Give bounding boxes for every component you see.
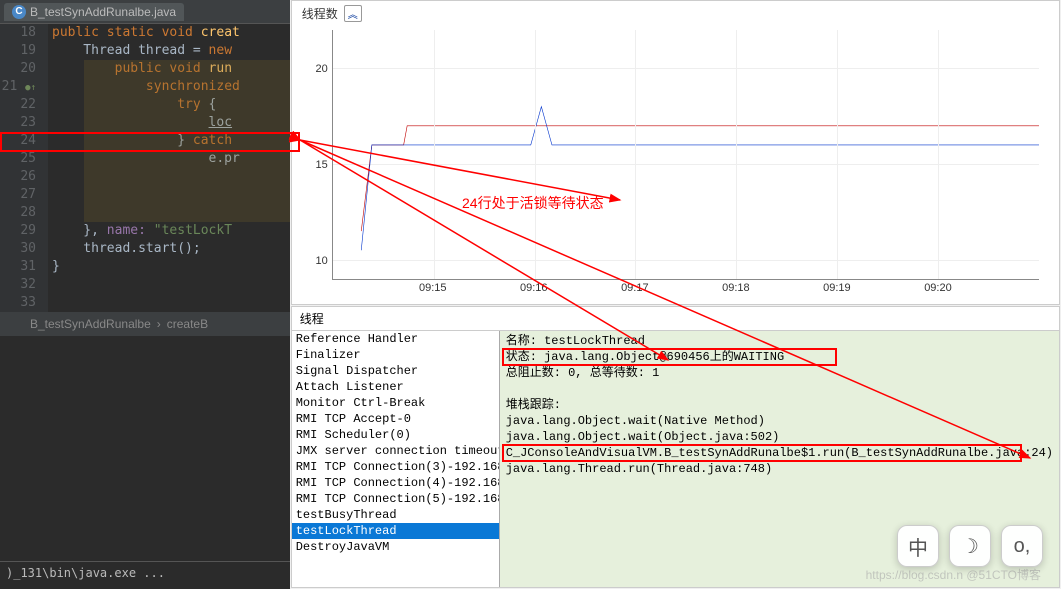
- thread-state-line: 状态: java.lang.Object@690456上的WAITING: [506, 349, 1053, 365]
- ime-icon[interactable]: 中: [897, 525, 939, 567]
- breadcrumb-class: B_testSynAddRunalbe: [30, 317, 151, 331]
- gutter: 18 19 20 21 ●↑ 22 23 24 25 26 27 28 29 3…: [0, 24, 48, 312]
- thread-list-item[interactable]: RMI TCP Connection(4)-192.168.30.: [292, 475, 499, 491]
- thread-list-item[interactable]: RMI TCP Connection(3)-192.168.30.: [292, 459, 499, 475]
- editor-tab[interactable]: C B_testSynAddRunalbe.java: [4, 3, 184, 21]
- thread-list-item[interactable]: Attach Listener: [292, 379, 499, 395]
- thread-list[interactable]: Reference HandlerFinalizerSignal Dispatc…: [292, 331, 500, 587]
- stack-line: C_JConsoleAndVisualVM.B_testSynAddRunalb…: [506, 445, 1053, 461]
- watermark: https://blog.csdn.n @51CTO博客: [866, 566, 1041, 583]
- moon-icon[interactable]: ☽: [949, 525, 991, 567]
- annotation-text: 24行处于活锁等待状态: [462, 193, 604, 213]
- thread-list-item[interactable]: Monitor Ctrl-Break: [292, 395, 499, 411]
- breadcrumb-method: createB: [167, 317, 208, 331]
- thread-chart: 线程数 ︽ 20 15 10 09:15 09:16 09:17 09:18 09:19…: [291, 0, 1060, 305]
- thread-list-item[interactable]: Finalizer: [292, 347, 499, 363]
- collapse-icon[interactable]: ︽: [344, 5, 362, 22]
- code-area[interactable]: 18 19 20 21 ●↑ 22 23 24 25 26 27 28 29 3…: [0, 24, 290, 312]
- thread-list-item[interactable]: JMX server connection timeout 13: [292, 443, 499, 459]
- chart-body[interactable]: 20 15 10 09:1509:1609:1709:1809:1909:20: [332, 30, 1039, 300]
- stack-line: java.lang.Object.wait(Native Method): [506, 413, 1053, 429]
- thread-list-item[interactable]: RMI TCP Accept-0: [292, 411, 499, 427]
- breadcrumb[interactable]: B_testSynAddRunalbe › createB: [0, 312, 290, 336]
- thread-list-item[interactable]: Reference Handler: [292, 331, 499, 347]
- float-toolbar: 中 ☽ o,: [897, 525, 1043, 567]
- thread-block-line: 总阻止数: 0, 总等待数: 1: [506, 365, 1053, 381]
- stack-line: java.lang.Thread.run(Thread.java:748): [506, 461, 1053, 477]
- stack-line: java.lang.Object.wait(Object.java:502): [506, 429, 1053, 445]
- thread-list-item[interactable]: DestroyJavaVM: [292, 539, 499, 555]
- tab-title: B_testSynAddRunalbe.java: [30, 5, 176, 19]
- jconsole-pane: 线程数 ︽ 20 15 10 09:15 09:16 09:17 09:18 09:19…: [290, 0, 1061, 589]
- editor-pane: C B_testSynAddRunalbe.java 18 19 20 21 ●…: [0, 0, 290, 589]
- y-tick: 10: [315, 255, 327, 267]
- chart-title: 线程数: [302, 5, 338, 22]
- java-class-icon: C: [12, 5, 26, 19]
- x-tick: 09:19: [823, 282, 851, 294]
- x-tick: 09:16: [520, 282, 548, 294]
- x-tick: 09:20: [924, 282, 952, 294]
- thread-header: 线程: [292, 307, 1059, 331]
- chevron-right-icon: ›: [157, 317, 161, 331]
- stack-header: 堆栈跟踪:: [506, 397, 1053, 413]
- code-lines: public static void creat Thread thread =…: [48, 24, 290, 312]
- thread-list-item[interactable]: Signal Dispatcher: [292, 363, 499, 379]
- punct-icon[interactable]: o,: [1001, 525, 1043, 567]
- y-tick: 15: [315, 159, 327, 171]
- thread-list-item[interactable]: RMI Scheduler(0): [292, 427, 499, 443]
- thread-name-line: 名称: testLockThread: [506, 333, 1053, 349]
- terminal-line: )_131\bin\java.exe ...: [0, 561, 290, 589]
- y-tick: 20: [315, 63, 327, 75]
- editor-tab-bar: C B_testSynAddRunalbe.java: [0, 0, 290, 24]
- x-tick: 09:17: [621, 282, 649, 294]
- x-tick: 09:15: [419, 282, 447, 294]
- x-tick: 09:18: [722, 282, 750, 294]
- thread-list-item[interactable]: testBusyThread: [292, 507, 499, 523]
- thread-list-item[interactable]: RMI TCP Connection(5)-192.168.30.: [292, 491, 499, 507]
- thread-list-item[interactable]: testLockThread: [292, 523, 499, 539]
